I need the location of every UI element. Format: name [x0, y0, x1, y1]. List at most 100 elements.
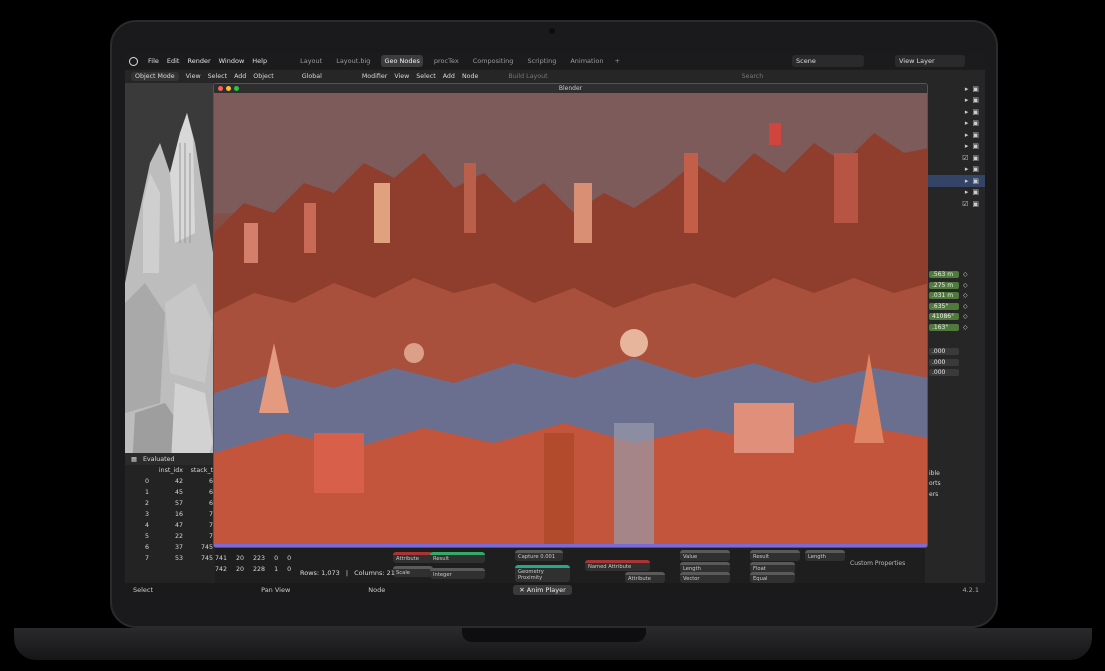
menu-window[interactable]: Window	[219, 57, 245, 65]
custom-properties-label[interactable]: Custom Properties	[850, 560, 905, 567]
object-menu[interactable]: Object	[253, 73, 274, 80]
value-field[interactable]: .000	[929, 348, 959, 356]
outliner-row[interactable]: ▸ ▣	[925, 106, 985, 118]
add-workspace-button[interactable]: +	[614, 57, 619, 65]
node-view-menu[interactable]: View	[394, 73, 409, 80]
visibility-icon[interactable]: ▸	[965, 142, 969, 150]
property-rotation-z[interactable]: .163° ◇	[925, 322, 985, 333]
value-field[interactable]: .275 m	[929, 281, 959, 289]
outliner-row[interactable]: ▸ ▣	[925, 95, 985, 107]
property-location-z[interactable]: .031 m ◇	[925, 291, 985, 302]
build-layout-selector[interactable]: Build Layout	[508, 73, 547, 80]
outliner-row[interactable]: ▸ ▣	[925, 164, 985, 176]
view-menu[interactable]: View	[186, 73, 201, 80]
tab-animation[interactable]: Animation	[567, 55, 606, 67]
property-scale-z[interactable]: .000	[925, 368, 985, 379]
camera-icon[interactable]: ▣	[972, 200, 979, 208]
modifier-dropdown[interactable]: Modifier	[362, 73, 387, 80]
keyframe-icon[interactable]: ◇	[963, 324, 968, 331]
outliner-row[interactable]: ☑ ▣	[925, 198, 985, 210]
anim-player-button[interactable]: ✕ Anim Player	[513, 585, 572, 595]
node-add-menu[interactable]: Add	[443, 73, 455, 80]
orientation-dropdown[interactable]: Global	[302, 73, 322, 80]
search-field[interactable]: Search	[742, 73, 764, 80]
camera-icon[interactable]: ▣	[972, 119, 979, 127]
visibility-icon[interactable]: ▸	[965, 96, 969, 104]
value-field[interactable]: .163°	[929, 323, 959, 331]
tab-compositing[interactable]: Compositing	[470, 55, 517, 67]
visibility-icon[interactable]: ▸	[965, 119, 969, 127]
property-scale-x[interactable]: .000	[925, 347, 985, 358]
node-integer[interactable]: Integer	[430, 568, 485, 579]
keyframe-icon[interactable]: ◇	[963, 282, 968, 289]
tab-layout[interactable]: Layout	[297, 55, 325, 67]
blender-logo-icon[interactable]	[129, 56, 138, 66]
outliner-row[interactable]: ▸ ▣	[925, 187, 985, 199]
panel-label[interactable]: ible	[925, 468, 985, 479]
keyframe-icon[interactable]: ◇	[963, 303, 968, 310]
3d-viewport[interactable]	[125, 83, 215, 503]
node-result-2[interactable]: Result	[750, 550, 800, 561]
close-icon[interactable]	[218, 86, 223, 91]
node-result[interactable]: Result	[430, 552, 485, 563]
camera-icon[interactable]: ▣	[972, 142, 979, 150]
property-scale-y[interactable]: .000	[925, 357, 985, 368]
property-location-x[interactable]: .563 m ◇	[925, 270, 985, 281]
property-rotation-y[interactable]: 41086° ◇	[925, 312, 985, 323]
value-field[interactable]: 41086°	[929, 313, 959, 321]
node-vector[interactable]: Vector	[680, 572, 730, 583]
outliner-row[interactable]: ▸ ▣	[925, 118, 985, 130]
tab-scripting[interactable]: Scripting	[524, 55, 559, 67]
camera-icon[interactable]: ▣	[972, 165, 979, 173]
node-value[interactable]: Value	[680, 550, 730, 561]
node-capture[interactable]: Capture 0.001	[515, 550, 563, 561]
property-rotation-x[interactable]: .635° ◇	[925, 301, 985, 312]
tab-geo-nodes[interactable]: Geo Nodes	[381, 55, 423, 67]
menu-render[interactable]: Render	[187, 57, 210, 65]
node-editor[interactable]: 741 20 223 0 0 742 20 228 1 0 Attribute …	[215, 548, 925, 583]
add-menu[interactable]: Add	[234, 73, 246, 80]
node-geometry-proximity[interactable]: Geometry Proximity	[515, 565, 570, 582]
camera-icon[interactable]: ▣	[972, 177, 979, 185]
keyframe-icon[interactable]: ◇	[963, 292, 968, 299]
player-titlebar[interactable]: Blender	[214, 84, 927, 93]
outliner-row-selected[interactable]: ▸ ▣	[925, 175, 985, 187]
anim-player-window[interactable]: Blender	[213, 83, 928, 548]
node-attribute-out[interactable]: Attribute	[625, 572, 665, 583]
outliner-row[interactable]: ▸ ▣	[925, 83, 985, 95]
node-equal[interactable]: Equal	[750, 572, 795, 583]
outliner-row[interactable]: ☑ ▣	[925, 152, 985, 164]
minimize-icon[interactable]	[226, 86, 231, 91]
value-field[interactable]: .000	[929, 369, 959, 377]
panel-label[interactable]: orts	[925, 479, 985, 490]
visibility-icon[interactable]: ▸	[965, 131, 969, 139]
spreadsheet[interactable]: ▦ Evaluated inst_idx stack_t 0 42 6 1 45 6 2…	[125, 453, 215, 583]
node-length-2[interactable]: Length	[805, 550, 845, 561]
property-location-y[interactable]: .275 m ◇	[925, 280, 985, 291]
evaluated-dropdown[interactable]: Evaluated	[143, 456, 175, 463]
keyframe-icon[interactable]: ◇	[963, 271, 968, 278]
checkbox-icon[interactable]: ☑	[962, 154, 968, 162]
visibility-icon[interactable]: ▸	[965, 177, 969, 185]
panel-label[interactable]: ers	[925, 489, 985, 500]
value-field[interactable]: .000	[929, 358, 959, 366]
menu-help[interactable]: Help	[252, 57, 267, 65]
outliner-row[interactable]: ▸ ▣	[925, 141, 985, 153]
visibility-icon[interactable]: ▸	[965, 85, 969, 93]
node-scale[interactable]: Scale	[393, 566, 433, 577]
checkbox-icon[interactable]: ☑	[962, 200, 968, 208]
node-menu[interactable]: Node	[462, 73, 478, 80]
camera-icon[interactable]: ▣	[972, 96, 979, 104]
scene-selector[interactable]: Scene	[792, 55, 864, 67]
value-field[interactable]: .563 m	[929, 271, 959, 279]
camera-icon[interactable]: ▣	[972, 108, 979, 116]
view-layer-selector[interactable]: View Layer	[895, 55, 965, 67]
keyframe-icon[interactable]: ◇	[963, 313, 968, 320]
camera-icon[interactable]: ▣	[972, 154, 979, 162]
visibility-icon[interactable]: ▸	[965, 188, 969, 196]
menu-file[interactable]: File	[148, 57, 159, 65]
camera-icon[interactable]: ▣	[972, 131, 979, 139]
node-named-attribute[interactable]: Named Attribute	[585, 560, 650, 571]
tab-proctex[interactable]: procTex	[431, 55, 462, 67]
col-header-inst-idx[interactable]: inst_idx	[149, 467, 183, 474]
